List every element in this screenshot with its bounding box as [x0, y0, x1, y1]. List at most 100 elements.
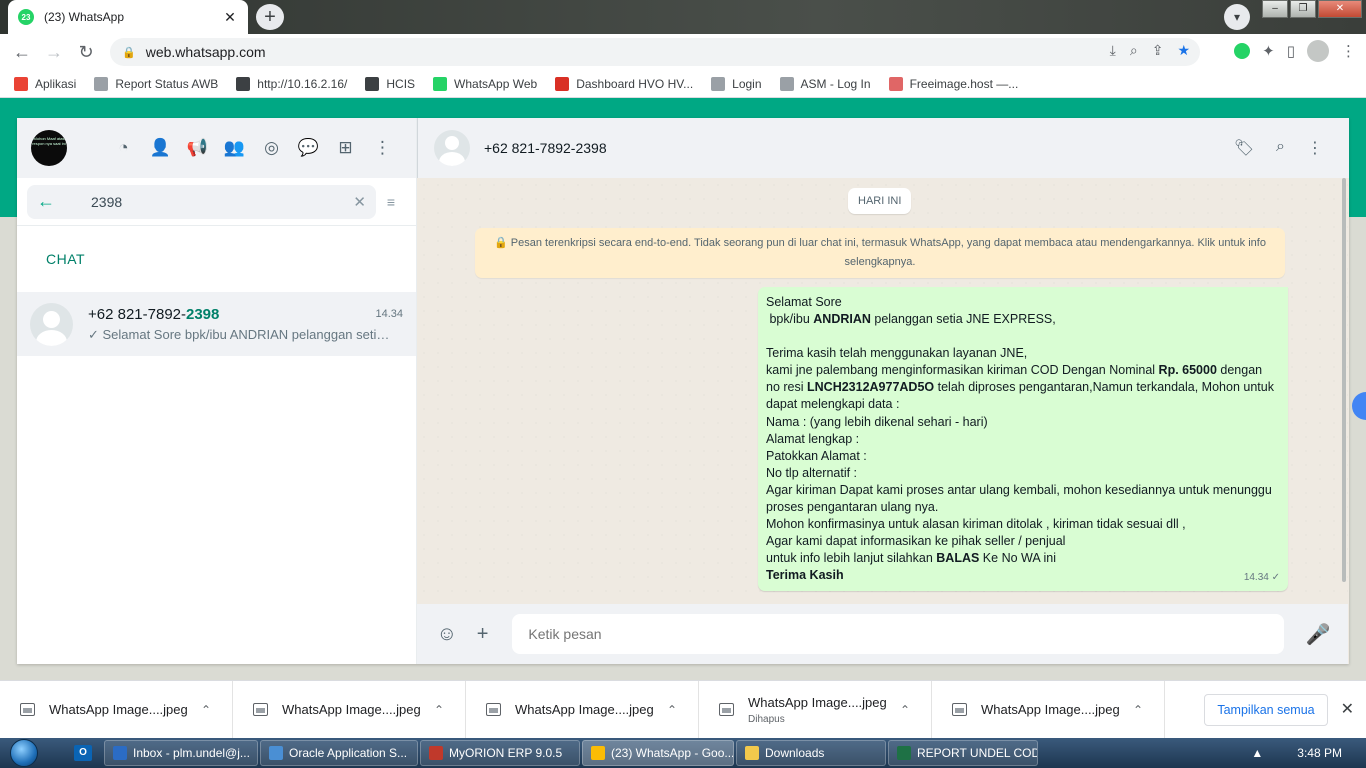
broadcast-icon[interactable]: 📢: [179, 138, 216, 158]
install-icon[interactable]: ⤓: [1110, 42, 1116, 59]
back-arrow-icon[interactable]: ←: [37, 191, 67, 212]
tab-search-icon[interactable]: ▾: [1224, 4, 1250, 30]
encryption-notice[interactable]: 🔒 Pesan terenkripsi secara end-to-end. T…: [475, 228, 1285, 278]
status-icon[interactable]: ◔: [105, 138, 142, 158]
message-line: Agar kiriman Dapat kami proses antar ula…: [766, 482, 1272, 515]
start-button[interactable]: [0, 738, 48, 768]
bookmark-item[interactable]: HCIS: [365, 76, 415, 91]
show-all-downloads-button[interactable]: Tampilkan semua: [1204, 694, 1328, 726]
message-scrollbar[interactable]: [1342, 178, 1346, 582]
chevron-up-icon[interactable]: ⌃: [201, 703, 211, 717]
app-icon: [591, 746, 605, 760]
side-pull-tab[interactable]: [1352, 392, 1366, 420]
download-text: WhatsApp Image....jpeg Dihapus: [748, 695, 888, 725]
close-window-button[interactable]: ✕: [1318, 0, 1362, 18]
tab-close-icon[interactable]: ✕: [222, 9, 238, 26]
chevron-up-icon[interactable]: ⌃: [1133, 703, 1143, 717]
app-icon: [113, 746, 127, 760]
bookmark-item[interactable]: Freeimage.host —...: [888, 76, 1019, 91]
message-list: HARI INI 🔒 Pesan terenkripsi secara end-…: [417, 178, 1348, 604]
download-item[interactable]: WhatsApp Image....jpeg Dihapus ⌃: [699, 680, 932, 739]
bookmark-item[interactable]: Aplikasi: [14, 76, 76, 91]
channels-icon[interactable]: ◎: [253, 138, 290, 158]
add-icon[interactable]: ⊞: [327, 138, 364, 158]
minimize-button[interactable]: –: [1262, 0, 1288, 18]
browser-menu-icon[interactable]: ⋮: [1341, 42, 1356, 60]
taskbar-item[interactable]: REPORT UNDEL COD...: [888, 740, 1038, 766]
add-contact-icon[interactable]: 👤: [142, 138, 179, 158]
bookmark-item[interactable]: Report Status AWB: [94, 76, 218, 91]
bookmark-star-icon[interactable]: ★: [1177, 42, 1190, 59]
whatsapp-extension-icon[interactable]: [1234, 43, 1251, 59]
bookmark-icon: [888, 76, 903, 91]
chat-body: +62 821-7892-2398 14.34 ✓ Selamat Sore b…: [88, 306, 403, 343]
chevron-up-icon[interactable]: ⌃: [434, 703, 444, 717]
new-tab-button[interactable]: +: [256, 4, 284, 30]
download-text: WhatsApp Image....jpeg: [282, 702, 422, 717]
side-panel-icon[interactable]: ▯: [1287, 42, 1295, 60]
bookmark-item[interactable]: WhatsApp Web: [433, 76, 537, 91]
share-icon[interactable]: ⇪: [1152, 42, 1164, 59]
bookmark-item[interactable]: ASM - Log In: [779, 76, 871, 91]
message-text: pelanggan setia JNE EXPRESS,: [870, 312, 1056, 327]
download-item[interactable]: WhatsApp Image....jpeg ⌃: [0, 680, 233, 739]
bookmark-item[interactable]: Login: [711, 76, 762, 91]
forward-icon[interactable]: →: [38, 42, 70, 63]
conversation-avatar[interactable]: [434, 130, 470, 166]
emoji-icon[interactable]: ☺: [429, 623, 465, 646]
taskbar-item[interactable]: Downloads: [736, 740, 886, 766]
filter-icon[interactable]: ≡: [376, 194, 406, 210]
my-avatar-text: Mohon Maaf atas respon nya saat ini: [32, 136, 66, 146]
clear-search-icon[interactable]: ✕: [353, 193, 366, 211]
zoom-icon[interactable]: ⌕: [1130, 42, 1138, 59]
taskbar-item[interactable]: (23) WhatsApp - Goo...: [582, 740, 734, 766]
communities-icon[interactable]: 👥: [216, 138, 253, 158]
extensions-puzzle-icon[interactable]: ✦: [1262, 42, 1275, 60]
my-avatar[interactable]: Mohon Maaf atas respon nya saat ini: [31, 130, 67, 166]
attach-plus-icon[interactable]: +: [465, 623, 501, 646]
search-row: ← ✕ ≡: [17, 178, 416, 226]
download-filename: WhatsApp Image....jpeg: [515, 702, 654, 717]
outlook-pinned-icon[interactable]: O: [68, 740, 98, 766]
taskbar-item[interactable]: Inbox - plm.undel@j...: [104, 740, 258, 766]
conversation-header[interactable]: +62 821-7892-2398 🏷 ⌕ ⋮: [417, 118, 1349, 178]
bookmark-item[interactable]: Dashboard HVO HV...: [555, 76, 693, 91]
taskbar-item[interactable]: Oracle Application S...: [260, 740, 418, 766]
chat-list-item[interactable]: +62 821-7892-2398 14.34 ✓ Selamat Sore b…: [17, 292, 416, 356]
message-bold: Rp. 65000: [1158, 363, 1217, 378]
microphone-icon[interactable]: 🎤: [1300, 622, 1336, 647]
new-chat-icon[interactable]: 💬: [290, 138, 327, 158]
message-input[interactable]: [512, 614, 1285, 654]
menu-icon[interactable]: ⋮: [364, 138, 401, 158]
label-tag-icon[interactable]: 🏷: [1234, 138, 1254, 158]
close-downloads-icon[interactable]: ✕: [1341, 699, 1354, 719]
message-line: Alamat lengkap :: [766, 431, 860, 446]
bookmark-item[interactable]: http://10.16.2.16/: [236, 76, 347, 91]
windows-taskbar: O Inbox - plm.undel@j... Oracle Applicati…: [0, 738, 1366, 768]
search-input[interactable]: [91, 193, 354, 210]
profile-avatar[interactable]: [1307, 40, 1329, 62]
message-line: Terima Kasih: [766, 567, 1279, 584]
download-item[interactable]: WhatsApp Image....jpeg ⌃: [233, 680, 466, 739]
bookmark-label: Freeimage.host —...: [909, 76, 1019, 91]
browser-extensions: ✦ ▯ ⋮: [1234, 40, 1356, 62]
download-item[interactable]: WhatsApp Image....jpeg ⌃: [932, 680, 1165, 739]
chevron-up-icon[interactable]: ⌃: [667, 703, 677, 717]
conversation-menu-icon[interactable]: ⋮: [1307, 138, 1323, 158]
taskbar-item[interactable]: MyORION ERP 9.0.5: [420, 740, 580, 766]
outgoing-message[interactable]: Selamat Sore bpk/ibu ANDRIAN pelanggan s…: [758, 287, 1288, 591]
tab-title: (23) WhatsApp: [44, 10, 125, 24]
chevron-up-icon[interactable]: ⌃: [900, 703, 910, 717]
download-item[interactable]: WhatsApp Image....jpeg ⌃: [466, 680, 699, 739]
browser-tab-whatsapp[interactable]: 23 (23) WhatsApp ✕: [8, 0, 248, 34]
clock[interactable]: 3:48 PM: [1297, 746, 1342, 760]
contact-avatar: [30, 302, 73, 346]
conversation-title[interactable]: +62 821-7892-2398: [484, 140, 1234, 156]
search-icon[interactable]: ⌕: [1276, 138, 1285, 158]
conversation-actions: 🏷 ⌕ ⋮: [1234, 138, 1323, 158]
address-bar[interactable]: 🔒 web.whatsapp.com ⤓ ⌕ ⇪ ★: [110, 38, 1200, 66]
tray-arrow-icon[interactable]: ▲: [1251, 746, 1263, 760]
reload-icon[interactable]: ↻: [70, 42, 102, 63]
maximize-button[interactable]: ❐: [1290, 0, 1316, 18]
back-icon[interactable]: ←: [6, 42, 38, 63]
